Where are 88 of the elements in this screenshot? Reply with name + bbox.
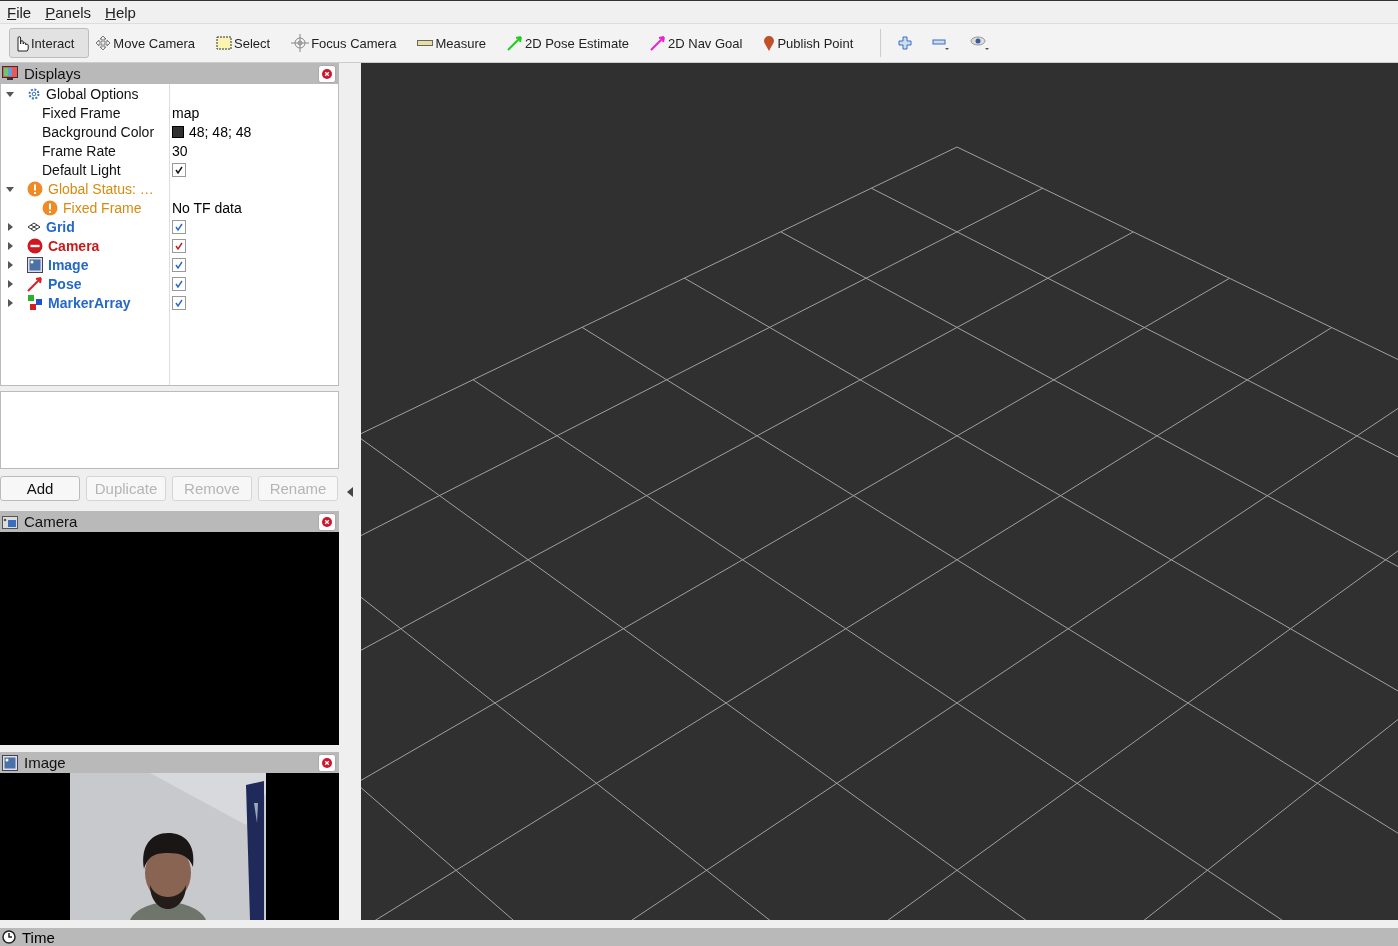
monitor-icon: [2, 66, 18, 81]
error-icon: [27, 237, 43, 254]
close-button[interactable]: [318, 64, 336, 83]
display-name: Image: [48, 256, 89, 273]
checkbox[interactable]: [172, 238, 186, 253]
checkmark-icon: [175, 241, 183, 250]
property-row[interactable]: Default Light: [1, 160, 338, 179]
grid-icon: [27, 221, 41, 232]
property-name: Frame Rate: [42, 142, 116, 159]
tree-row[interactable]: Image: [1, 255, 338, 274]
warning-icon: [42, 199, 58, 216]
display-name: MarkerArray: [48, 294, 131, 311]
checkmark-icon: [175, 260, 183, 269]
menu-item[interactable]: File: [7, 3, 32, 21]
property-name: Fixed Frame: [42, 104, 121, 121]
image-icon: [27, 256, 43, 273]
tool-button[interactable]: Select: [212, 28, 286, 58]
panel-title: Time: [22, 928, 55, 946]
property-value: 48; 48; 48: [189, 123, 252, 140]
gear-icon: [27, 86, 41, 101]
checkbox[interactable]: [172, 162, 186, 177]
property-row[interactable]: Fixed Frame map: [1, 103, 338, 122]
clock-icon: [2, 930, 16, 944]
property-name: Background Color: [42, 123, 155, 140]
close-button[interactable]: [318, 753, 336, 772]
display-name: Global Status: …: [48, 180, 154, 197]
close-icon: [322, 757, 332, 768]
expand-arrow-icon[interactable]: [6, 241, 14, 250]
tree-row[interactable]: Pose: [1, 274, 338, 293]
cubes-icon: [27, 294, 43, 311]
checkbox[interactable]: [172, 295, 186, 310]
property-row[interactable]: Fixed Frame No TF data: [1, 198, 338, 217]
checkmark-icon: [175, 165, 183, 174]
map-pin-icon: [763, 34, 776, 52]
checkmark-icon: [175, 222, 183, 231]
collapse-arrow-icon[interactable]: [6, 89, 14, 98]
checkbox[interactable]: [172, 257, 186, 272]
tree-row[interactable]: MarkerArray: [1, 293, 338, 312]
panel-title: Image: [24, 754, 67, 771]
property-row[interactable]: Background Color 48; 48; 48: [1, 122, 338, 141]
crosshair-icon: [291, 34, 310, 52]
expand-arrow-icon[interactable]: [6, 260, 14, 269]
property-name: Fixed Frame: [63, 199, 142, 216]
panel-button[interactable]: Add: [0, 476, 80, 501]
tool-button[interactable]: Focus Camera: [287, 28, 412, 58]
panel-title: Camera: [24, 513, 79, 530]
menu-item[interactable]: Panels: [45, 3, 92, 21]
tool-button[interactable]: Interact: [9, 28, 90, 58]
panel-title: Displays: [24, 65, 82, 82]
close-button[interactable]: [318, 512, 336, 531]
close-icon: [322, 68, 332, 79]
camera-icon: [2, 514, 18, 529]
checkmark-icon: [175, 279, 183, 288]
expand-arrow-icon[interactable]: [6, 222, 14, 231]
property-row[interactable]: Frame Rate 30: [1, 141, 338, 160]
warning-icon: [27, 180, 43, 197]
display-name: Camera: [48, 237, 100, 254]
tool-button[interactable]: Measure: [413, 28, 501, 58]
property-value: No TF data: [172, 199, 242, 216]
close-icon: [322, 516, 332, 527]
image-icon: [2, 754, 18, 771]
tool-button[interactable]: Publish Point: [759, 28, 869, 58]
ruler-icon: [417, 39, 434, 47]
selection-icon: [216, 36, 232, 50]
display-name: Grid: [46, 218, 75, 235]
checkbox[interactable]: [172, 276, 186, 291]
tree-row[interactable]: Global Options: [1, 84, 338, 103]
tree-row[interactable]: Camera: [1, 236, 338, 255]
expand-arrow-icon[interactable]: [6, 279, 14, 288]
tool-button[interactable]: 2D Pose Estimate: [502, 28, 644, 58]
arrow-icon: [27, 275, 43, 292]
property-value: map: [172, 104, 200, 121]
display-name: Global Options: [46, 85, 139, 102]
tree-row[interactable]: Grid: [1, 217, 338, 236]
move-arrows-icon: [95, 35, 112, 51]
tool-button[interactable]: Move Camera: [91, 28, 210, 58]
checkmark-icon: [175, 298, 183, 307]
tool-button[interactable]: 2D Nav Goal: [646, 28, 758, 58]
collapse-arrow-icon[interactable]: [6, 184, 14, 193]
arrow-icon: [650, 35, 666, 51]
property-value: 30: [172, 142, 188, 159]
display-name: Pose: [48, 275, 82, 292]
checkbox[interactable]: [172, 219, 186, 234]
property-name: Default Light: [42, 161, 121, 178]
arrow-icon: [506, 35, 523, 51]
menu-item[interactable]: Help: [105, 3, 136, 21]
collapse-arrow-icon[interactable]: [347, 486, 353, 497]
expand-arrow-icon[interactable]: [6, 298, 14, 307]
